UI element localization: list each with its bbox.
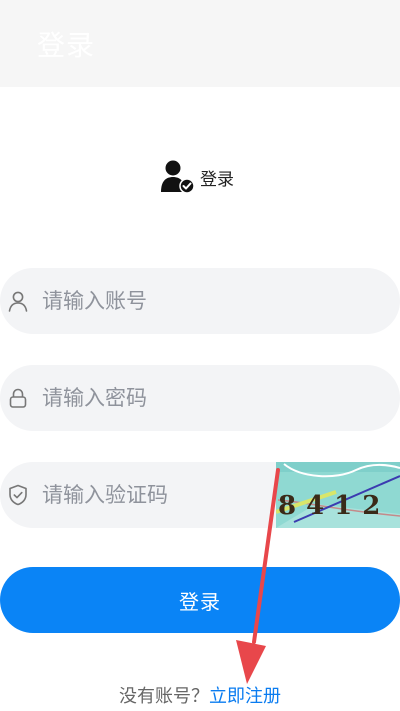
account-input[interactable] [42,289,262,313]
captcha-input[interactable] [42,483,262,507]
captcha-image[interactable]: 8412 [276,462,400,528]
header-title: 登录 [37,29,96,62]
password-field[interactable] [0,365,400,431]
brand-label: 登录 [200,169,234,190]
register-link[interactable]: 立即注册 [209,686,281,707]
password-input[interactable] [42,386,262,410]
shield-check-icon [9,484,27,506]
login-button[interactable]: 登录 [0,567,400,633]
user-check-icon [161,160,195,194]
captcha-text: 8412 [278,491,390,521]
lock-icon [9,388,27,408]
top-bar: 登录 [0,0,400,87]
register-prompt-text: 没有账号？ [119,686,209,707]
brand: 登录 [160,157,234,197]
account-field[interactable] [0,268,400,334]
user-icon [8,291,28,312]
register-prompt: 没有账号？立即注册 [0,682,400,708]
